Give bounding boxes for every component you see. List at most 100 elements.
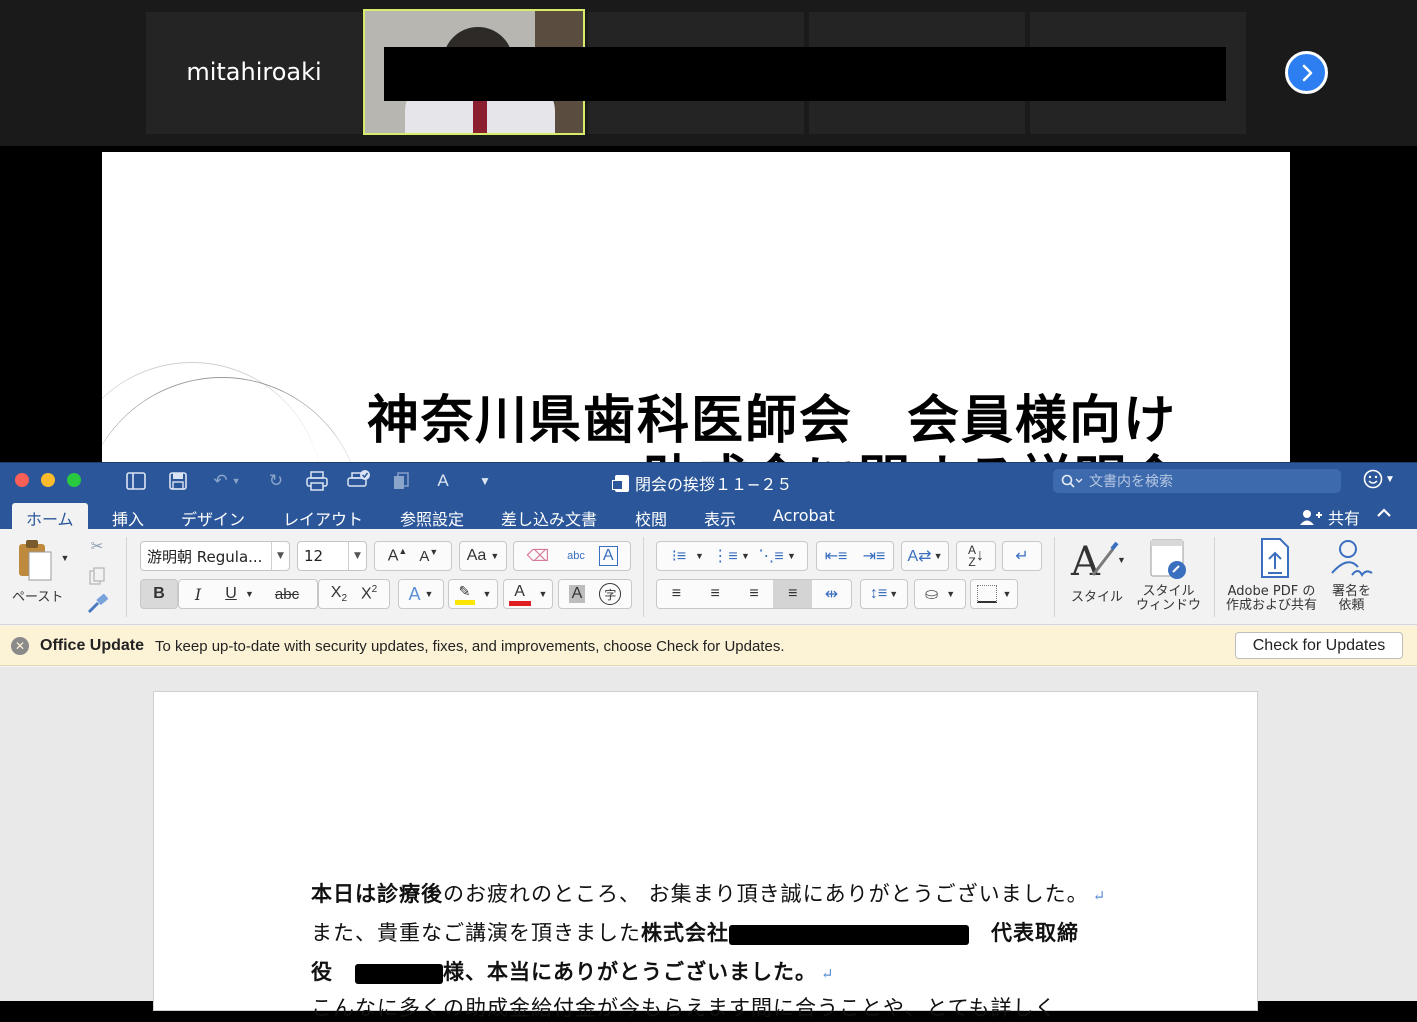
tab-view[interactable]: 表示 [704,503,736,529]
styles-label: スタイル [1071,590,1124,605]
enclose-characters-icon[interactable]: 字 [599,583,622,605]
distributed-icon[interactable]: ⇹ [812,584,851,604]
asian-layout-icon: A⇄ [907,548,932,565]
show-marks-button[interactable]: ↵ [1002,541,1042,571]
numbering-icon[interactable]: ⋮≡ [709,546,741,566]
customize-toolbar-icon[interactable]: ▼ [474,469,496,493]
document-page[interactable]: 本日は診療後のお疲れのところ、 お集まり頂き誠にありがとうございました。 ↵ また… [153,691,1258,1020]
superscript-button[interactable]: X2 [361,584,377,603]
borders-button[interactable]: ▼ [970,579,1018,609]
tab-home[interactable]: ホーム [12,503,88,529]
update-title: Office Update [40,637,145,654]
chevron-down-icon: ▼ [490,551,500,561]
justify-icon[interactable]: ≡ [773,580,813,608]
character-border-icon[interactable]: A [598,546,618,566]
close-window-button[interactable] [15,473,29,487]
bullets-icon[interactable]: ⁝≡ [663,546,695,566]
create-pdf-button[interactable] [1255,537,1295,581]
asian-layout-button[interactable]: A⇄ ▼ [901,541,949,571]
align-right-icon[interactable]: ≡ [735,585,774,603]
tab-design[interactable]: デザイン [181,503,245,529]
text-a-icon[interactable]: A [432,469,454,493]
phonetic-guide-icon[interactable]: abc [567,550,585,562]
align-center-icon[interactable]: ≡ [696,585,735,603]
feedback-button[interactable]: ▼ [1363,469,1395,489]
signature-icon [1331,540,1373,577]
align-left-icon[interactable]: ≡ [657,585,696,603]
chevron-down-icon: ▼ [933,551,943,561]
pdf-share-icon [1261,538,1289,578]
print-icon[interactable] [305,469,329,493]
clear-formatting-icon[interactable]: ⌫ [526,546,549,566]
sort-button[interactable]: A Z ↓ [956,541,996,571]
italic-button[interactable]: I [179,585,217,604]
styles-pane-button[interactable] [1146,537,1192,583]
word-window: ↶ ▼ ↻ A ▼ 閉会の挨拶１１−２５ 文書内を検索 ▼ ホーム 挿入 デザイン… [0,462,1417,1020]
font-color-button[interactable]: A ▼ [503,579,553,609]
decrease-indent-icon[interactable]: ⇤≡ [817,546,855,566]
tab-mailings[interactable]: 差し込み文書 [501,503,597,529]
line-spacing-button[interactable]: ↕≡ ▼ [860,579,908,609]
svg-text:A: A [1070,539,1101,583]
strikethrough-button[interactable]: abc [259,586,315,603]
chevron-down-icon[interactable]: ▼ [245,589,259,599]
sidebar-toggle-icon[interactable] [124,469,148,493]
font-name-select[interactable]: 游明朝 Regula... ▼ [140,541,290,571]
tab-review[interactable]: 校閲 [635,503,667,529]
paste-options-arrow[interactable]: ▼ [58,551,72,565]
copy-icon[interactable] [86,565,108,587]
text-effects-icon: A [408,583,421,604]
bold-button[interactable]: B [140,579,178,609]
format-painter-icon[interactable] [84,593,110,615]
chevron-down-icon[interactable]: ▼ [741,551,755,561]
tab-references[interactable]: 参照設定 [400,503,464,529]
highlight-color-button[interactable]: ✎ ▼ [448,579,498,609]
ribbon-separator [643,537,644,617]
copy-format-icon[interactable] [390,469,412,493]
underline-button[interactable]: U [217,585,245,603]
shrink-font-icon[interactable]: A▼ [419,547,438,565]
increase-indent-icon[interactable]: ⇥≡ [855,546,893,566]
paragraph-shading-button[interactable]: ⛀ ▼ [914,579,966,609]
share-button[interactable]: 共有 [1300,505,1360,529]
minimize-window-button[interactable] [41,473,55,487]
document-line-4: こんなに多くの助成金給付金が今もらえます間に合うことや、とても詳しく [311,996,1057,1020]
styles-gallery-button[interactable]: A ▼ [1066,537,1128,583]
tab-acrobat[interactable]: Acrobat [773,503,835,529]
font-size-select[interactable]: 12 ▼ [297,541,367,571]
chevron-down-icon: ▼ [271,542,289,570]
line-3-end: 様、本当にありがとうございました。 [443,960,817,984]
zoom-window-button[interactable] [67,473,81,487]
request-signature-button[interactable] [1328,537,1374,581]
text-effects-button[interactable]: A ▼ [398,579,444,609]
grow-font-icon[interactable]: A▲ [388,546,408,565]
paste-button[interactable] [14,537,56,583]
undo-icon[interactable]: ↶ ▼ [206,469,248,493]
tab-layout[interactable]: レイアウト [283,503,363,529]
tab-insert[interactable]: 挿入 [112,503,144,529]
svg-text:▼: ▼ [1117,555,1125,565]
styles-icon: A ▼ [1070,539,1125,583]
redo-icon[interactable]: ↻ [264,469,288,493]
document-canvas: 本日は診療後のお疲れのところ、 お集まり頂き誠にありがとうございました。 ↵ また… [0,667,1417,1020]
sort-arrow-icon: ↓ [976,547,984,564]
next-page-button[interactable] [1285,51,1328,94]
character-shading-icon[interactable]: A [568,585,586,603]
sort-icon: AZ [967,543,976,569]
print-preview-icon[interactable] [346,469,372,493]
cut-icon[interactable]: ✂ [86,535,108,557]
collapse-ribbon-icon[interactable] [1377,505,1391,523]
request-signature-label: 署名を 依頼 [1332,585,1371,613]
check-for-updates-button[interactable]: Check for Updates [1235,632,1403,659]
document-search-field[interactable]: 文書内を検索 [1053,469,1341,493]
participant-tile[interactable]: mitahiroaki [146,12,362,134]
subscript-button[interactable]: X2 [331,584,347,604]
multilevel-list-icon[interactable]: ⋱≡ [755,546,787,566]
chevron-down-icon[interactable]: ▼ [695,551,709,561]
change-case-button[interactable]: Aa ▼ [459,541,507,571]
office-update-bar: ✕ Office Update To keep up-to-date with … [0,626,1417,666]
chevron-down-icon[interactable]: ▼ [787,551,801,561]
dismiss-update-icon[interactable]: ✕ [11,637,29,655]
save-icon[interactable] [166,469,190,493]
line-2-end: 代表取締 [991,921,1079,945]
